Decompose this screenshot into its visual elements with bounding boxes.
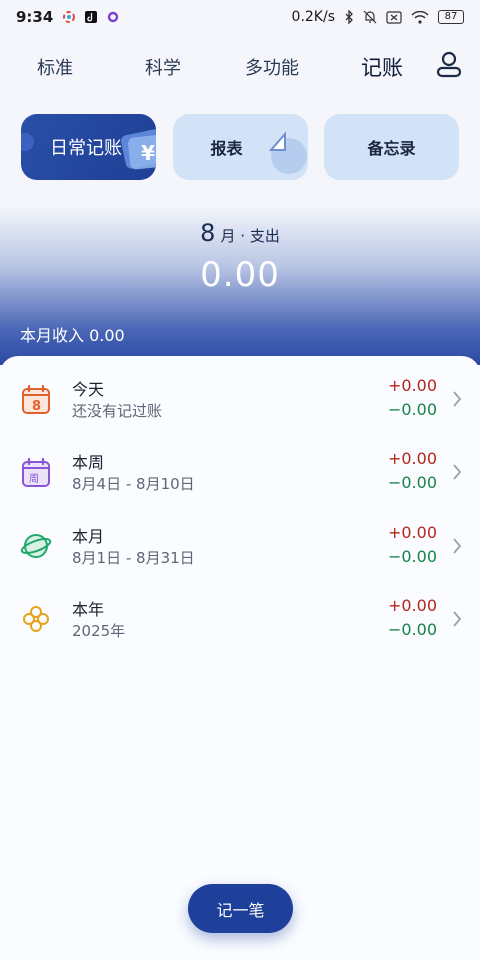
svg-text:¥: ¥ (141, 141, 155, 165)
planet-icon (20, 534, 52, 558)
chevron-right-icon (453, 611, 462, 627)
list-item-month[interactable]: 本月 8月1日 - 8月31日 +0.00 −0.00 (0, 519, 480, 579)
svg-text:8: 8 (32, 399, 41, 414)
period-title: 本月 (72, 527, 105, 546)
yen-card-icon: ¥ (121, 129, 156, 170)
period-title: 今天 (72, 380, 105, 399)
list-item-week[interactable]: 周 本周 8月4日 - 8月10日 +0.00 −0.00 (0, 445, 480, 505)
tab-multifunction[interactable]: 多功能 (245, 54, 299, 80)
circle-deco-icon (21, 133, 34, 151)
svg-text:周: 周 (29, 473, 39, 485)
list-item-today[interactable]: 8 今天 还没有记过账 +0.00 −0.00 (0, 372, 480, 432)
user-icon[interactable] (436, 50, 462, 78)
daily-card-label: 日常记账 (50, 138, 122, 159)
add-record-button[interactable]: 记一笔 (188, 884, 293, 933)
period-income: +0.00 (387, 596, 437, 615)
chevron-right-icon (453, 464, 462, 480)
period-income: +0.00 (387, 523, 437, 542)
memo-card[interactable]: 备忘录 (324, 114, 459, 180)
purple-dot-icon (108, 11, 119, 23)
tab-bookkeeping[interactable]: 记账 (361, 52, 403, 82)
monthly-summary: 8 月 · 支出 0.00 本月收入 0.00 (0, 205, 480, 365)
period-expense: −0.00 (387, 547, 437, 566)
period-expense: −0.00 (387, 473, 437, 492)
status-bar: 9:34 0.2K/s 87 (0, 0, 480, 34)
month-label: 月 · 支出 (220, 227, 280, 245)
period-subtitle: 2025年 (72, 622, 126, 640)
month-header: 8 月 · 支出 (0, 219, 480, 247)
period-list: 8 今天 还没有记过账 +0.00 −0.00 周 本周 8月4日 - 8月10… (0, 356, 480, 960)
tab-scientific[interactable]: 科学 (145, 54, 181, 80)
period-subtitle: 8月1日 - 8月31日 (72, 549, 195, 567)
colorful-app-icon (63, 11, 76, 23)
bluetooth-icon (345, 10, 353, 24)
period-subtitle: 8月4日 - 8月10日 (72, 475, 195, 493)
wifi-icon (411, 10, 429, 24)
report-card-label: 报表 (210, 139, 243, 158)
bell-off-icon (363, 10, 377, 24)
sim-x-icon (386, 10, 402, 24)
top-tab-bar: 标准 科学 多功能 记账 (0, 48, 480, 84)
calendar-week-icon: 周 (22, 457, 50, 487)
period-income: +0.00 (387, 449, 437, 468)
report-card[interactable]: 报表 (173, 114, 308, 180)
monthly-income: 本月收入 0.00 (20, 326, 125, 345)
clover-icon (23, 606, 49, 632)
month-number: 8 (200, 219, 216, 247)
period-title: 本周 (72, 453, 105, 472)
memo-card-label: 备忘录 (367, 139, 416, 158)
status-time: 9:34 (16, 8, 54, 26)
period-income: +0.00 (387, 376, 437, 395)
list-item-year[interactable]: 本年 2025年 +0.00 −0.00 (0, 592, 480, 652)
calendar-day-icon: 8 (22, 384, 50, 414)
period-subtitle: 还没有记过账 (72, 402, 163, 420)
tab-standard[interactable]: 标准 (37, 54, 73, 80)
period-title: 本年 (72, 600, 105, 619)
total-spend-amount: 0.00 (200, 255, 280, 295)
chevron-right-icon (453, 391, 462, 407)
battery-icon: 87 (438, 10, 464, 24)
network-speed: 0.2K/s (291, 9, 335, 25)
chevron-right-icon (453, 538, 462, 554)
period-expense: −0.00 (387, 620, 437, 639)
period-expense: −0.00 (387, 400, 437, 419)
tiktok-icon (85, 11, 98, 23)
daily-bookkeeping-card[interactable]: 日常记账 ¥ (21, 114, 156, 180)
pie-chart-icon (268, 131, 307, 174)
